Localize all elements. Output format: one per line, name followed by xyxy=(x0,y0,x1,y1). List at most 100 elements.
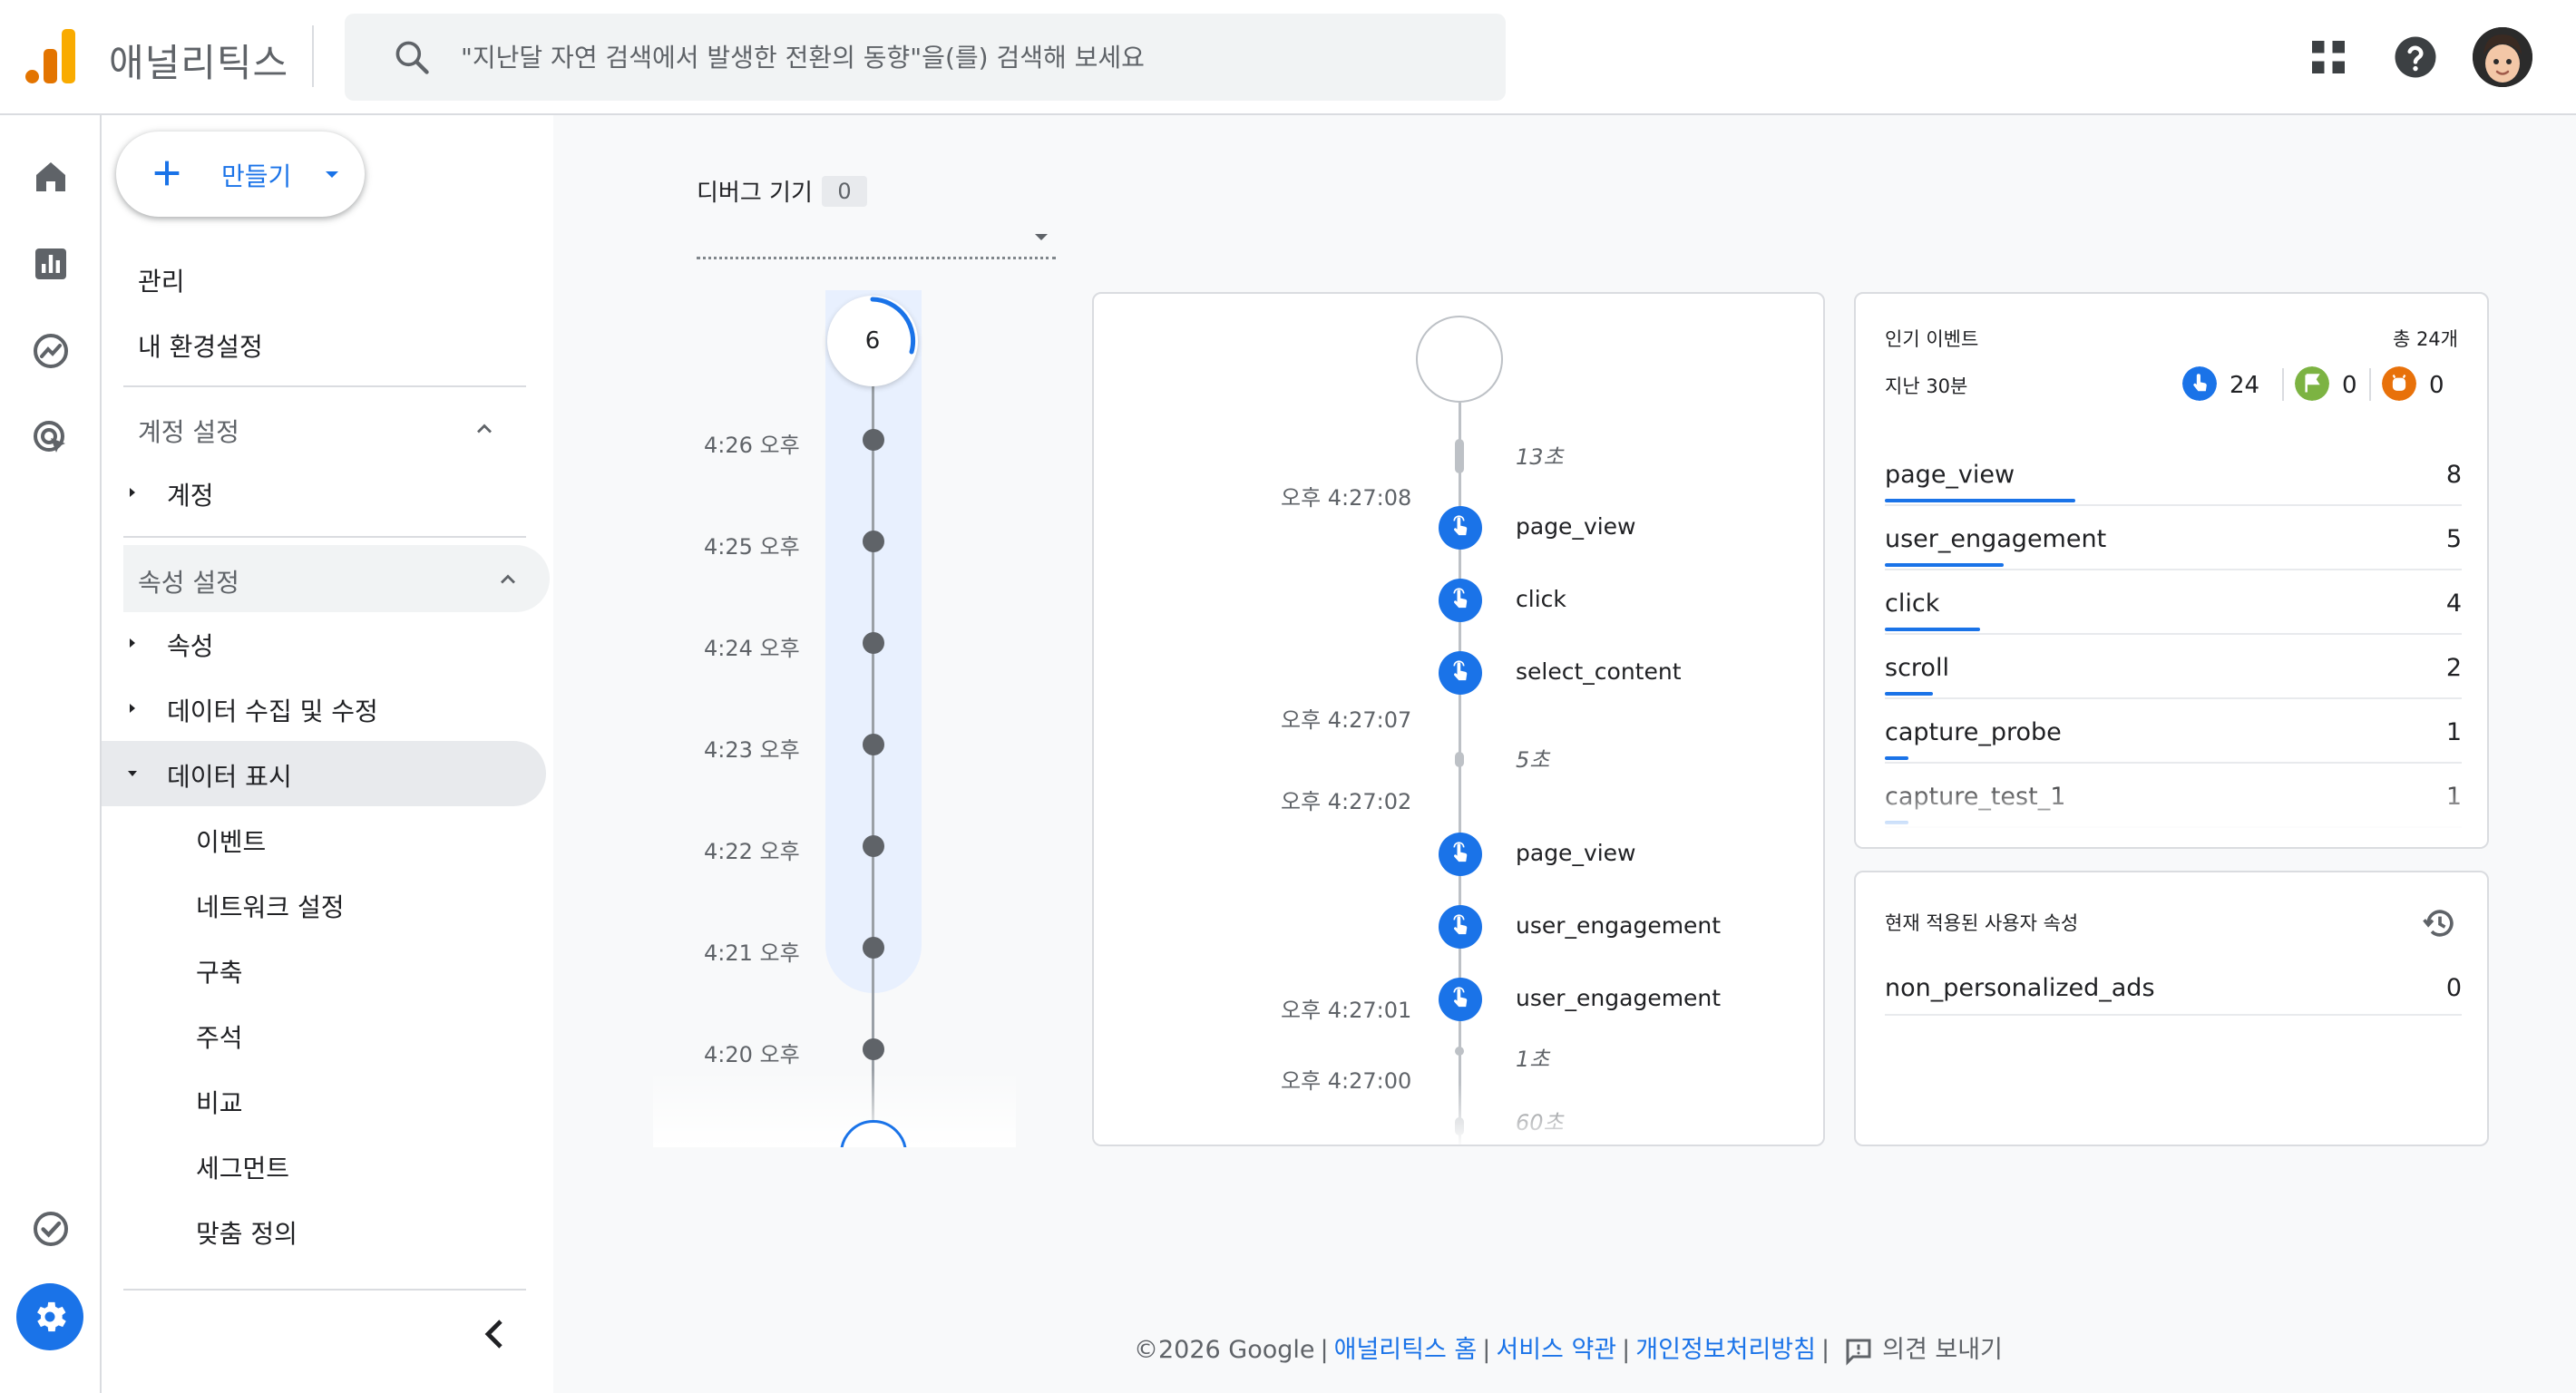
feedback-icon[interactable] xyxy=(1842,1335,1875,1368)
top-header: 애널리틱스 xyxy=(0,0,2576,115)
home-icon[interactable] xyxy=(29,155,73,199)
stream-event[interactable]: click xyxy=(1094,575,1823,626)
footer-link-analytics-home[interactable]: 애널리틱스 홈 xyxy=(1334,1336,1478,1364)
analytics-logo-icon[interactable] xyxy=(25,27,76,83)
minute-tick-label: 4:25 오후 xyxy=(704,534,800,560)
admin-button[interactable] xyxy=(16,1283,83,1350)
reports-icon[interactable] xyxy=(29,242,73,286)
top-event-name: capture_probe xyxy=(1885,718,2062,746)
nav-item-data-collection[interactable]: 데이터 수집 및 수정 xyxy=(102,676,550,741)
minute-tick[interactable]: 4:26 오후 xyxy=(653,422,1016,458)
event-name: page_view xyxy=(1516,840,1636,866)
stream-event[interactable]: select_content xyxy=(1094,648,1823,698)
gap-segment xyxy=(1455,752,1464,767)
footer-copyright: ©2026 Google xyxy=(1134,1336,1315,1364)
explore-icon[interactable] xyxy=(29,329,73,373)
minute-tick-dot[interactable] xyxy=(863,937,884,959)
minute-tick[interactable]: 4:22 오후 xyxy=(653,828,1016,864)
error-count-value: 0 xyxy=(2429,372,2444,399)
stream-event[interactable]: page_view xyxy=(1094,829,1823,880)
top-event-bar xyxy=(1885,756,1908,760)
debug-device-select[interactable] xyxy=(697,218,1056,259)
minute-tick-dot[interactable] xyxy=(863,531,884,552)
stream-event[interactable]: user_engagement xyxy=(1094,974,1823,1025)
chevron-up-icon xyxy=(501,574,515,584)
apps-grid-icon[interactable] xyxy=(2304,33,2353,82)
top-event-row[interactable]: scroll 2 xyxy=(1885,647,2462,705)
row-divider xyxy=(1885,633,2462,635)
create-button[interactable]: 만들기 xyxy=(116,132,365,217)
nav-sub-comparisons[interactable]: 비교 xyxy=(196,1084,243,1120)
top-event-row[interactable]: capture_probe 1 xyxy=(1885,711,2462,769)
history-icon[interactable] xyxy=(2420,903,2460,943)
top-event-row[interactable]: page_view 8 xyxy=(1885,453,2462,511)
app-title[interactable]: 애널리틱스 xyxy=(109,33,288,88)
top-events-period: 지난 30분 xyxy=(1885,375,1968,397)
nav-item-property[interactable]: 속성 xyxy=(102,610,550,676)
property-settings-section[interactable]: 속성 설정 xyxy=(123,545,550,612)
top-event-bar xyxy=(1885,499,2075,502)
event-name: page_view xyxy=(1516,513,1636,540)
account-settings-section[interactable]: 계정 설정 xyxy=(123,395,526,462)
minute-tick[interactable]: 4:23 오후 xyxy=(653,726,1016,763)
search-bar[interactable] xyxy=(345,14,1506,101)
nav-divider xyxy=(123,385,526,387)
footer-link-privacy[interactable]: 개인정보처리방침 xyxy=(1635,1336,1816,1364)
caret-down-icon xyxy=(1035,234,1048,240)
minute-tick[interactable]: 4:24 오후 xyxy=(653,625,1016,661)
event-name: select_content xyxy=(1516,658,1682,685)
advertising-icon[interactable] xyxy=(29,416,73,460)
nav-item-account[interactable]: 계정 xyxy=(102,460,550,525)
caret-down-icon xyxy=(326,171,338,178)
top-event-count: 8 xyxy=(2445,461,2462,489)
stream-event[interactable]: user_engagement xyxy=(1094,901,1823,952)
search-input[interactable] xyxy=(461,14,1477,101)
event-bubble[interactable] xyxy=(1439,506,1482,550)
minute-tick-label: 4:23 오후 xyxy=(704,737,800,763)
nav-sub-segments[interactable]: 세그먼트 xyxy=(196,1149,289,1185)
minute-tick[interactable]: 4:21 오후 xyxy=(653,930,1016,966)
minute-tick-dot[interactable] xyxy=(863,734,884,755)
minute-tick[interactable]: 4:25 오후 xyxy=(653,523,1016,560)
help-icon[interactable] xyxy=(2391,33,2440,82)
conversion-count-value: 0 xyxy=(2342,372,2357,399)
top-event-name: select_content xyxy=(1885,847,2064,849)
collapse-nav-chevron-left-icon[interactable] xyxy=(473,1312,517,1356)
event-bubble[interactable] xyxy=(1439,833,1482,876)
minute-tick-dot[interactable] xyxy=(863,429,884,451)
top-event-name: scroll xyxy=(1885,654,1949,682)
nav-link-preferences[interactable]: 내 환경설정 xyxy=(138,327,263,364)
event-bubble[interactable] xyxy=(1439,978,1482,1021)
event-bubble[interactable] xyxy=(1439,651,1482,695)
touch-icon xyxy=(1453,588,1468,609)
top-event-count: 2 xyxy=(2445,654,2462,682)
configure-icon[interactable] xyxy=(29,1207,73,1251)
event-bubble[interactable] xyxy=(1439,905,1482,949)
top-event-row[interactable]: click 4 xyxy=(1885,582,2462,640)
nav-sub-network-settings[interactable]: 네트워크 설정 xyxy=(196,888,344,924)
current-minute-circle[interactable]: 6 xyxy=(827,296,918,386)
counter-divider xyxy=(2369,368,2371,401)
minute-tick[interactable]: 4:20 오후 xyxy=(653,1031,1016,1067)
stream-event[interactable]: page_view xyxy=(1094,502,1823,553)
user-property-row[interactable]: non_personalized_ads 0 xyxy=(1885,961,2462,1016)
top-event-row[interactable]: user_engagement 5 xyxy=(1885,518,2462,576)
nav-item-data-display[interactable]: 데이터 표시 xyxy=(102,741,546,806)
nav-link-admin[interactable]: 관리 xyxy=(138,262,185,298)
current-minute-count: 6 xyxy=(864,327,881,355)
nav-sub-custom-definitions[interactable]: 맞춤 정의 xyxy=(196,1214,298,1251)
nav-sub-annotations[interactable]: 주석 xyxy=(196,1018,243,1055)
nav-sub-events[interactable]: 이벤트 xyxy=(196,823,266,859)
conversion-flag-icon xyxy=(2295,366,2329,401)
account-avatar[interactable] xyxy=(2473,27,2532,87)
minute-tick-dot[interactable] xyxy=(863,1038,884,1060)
plus-icon xyxy=(154,161,180,186)
nav-sub-build[interactable]: 구축 xyxy=(196,953,243,989)
seconds-stream: 13초 오후 4:27:08 page_view click select_conten… xyxy=(1094,294,1823,1145)
event-bubble[interactable] xyxy=(1439,579,1482,622)
footer-link-terms[interactable]: 서비스 약관 xyxy=(1496,1336,1616,1364)
minute-tick-dot[interactable] xyxy=(863,835,884,857)
footer-feedback[interactable]: 의견 보내기 xyxy=(1882,1336,2003,1364)
minute-tick-dot[interactable] xyxy=(863,632,884,654)
top-event-count: 4 xyxy=(2445,589,2462,618)
